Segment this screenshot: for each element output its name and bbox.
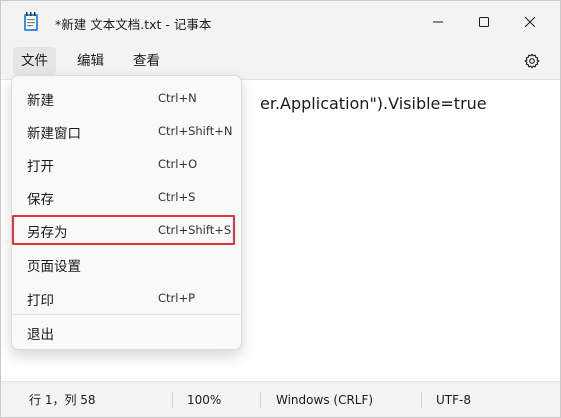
vertical-scrollbar[interactable] <box>547 80 559 382</box>
menu-item-shortcut: Ctrl+P <box>158 291 196 305</box>
menu-edit[interactable]: 编辑 <box>69 47 112 75</box>
editor-content: er.Application").Visible=true <box>260 94 487 113</box>
close-button[interactable] <box>507 1 553 43</box>
menu-item-shortcut: Ctrl+S <box>158 190 196 204</box>
menu-item-label: 另存为 <box>27 225 68 241</box>
menu-item-label: 打印 <box>27 293 54 309</box>
menu-item-new-window[interactable]: 新建窗口 Ctrl+Shift+N <box>16 116 239 146</box>
menu-item-shortcut: Ctrl+N <box>158 91 197 105</box>
menu-item-page-setup[interactable]: 页面设置 <box>16 249 239 279</box>
menu-item-save[interactable]: 保存 Ctrl+S <box>16 182 239 212</box>
status-bar: 行 1，列 58 100% Windows (CRLF) UTF-8 <box>1 381 560 417</box>
minimize-icon <box>433 21 443 23</box>
menu-item-label: 页面设置 <box>27 259 81 275</box>
status-divider <box>172 392 173 408</box>
menu-item-print[interactable]: 打印 Ctrl+P <box>16 283 239 313</box>
menu-item-label: 退出 <box>27 327 54 343</box>
menu-item-new[interactable]: 新建 Ctrl+N <box>16 83 239 113</box>
status-divider <box>260 392 261 408</box>
menu-item-shortcut: Ctrl+Shift+N <box>158 124 233 138</box>
gear-icon <box>524 53 540 69</box>
cursor-position: 行 1，列 58 <box>29 393 96 407</box>
menu-item-exit[interactable]: 退出 <box>16 317 239 347</box>
window-title: *新建 文本文档.txt - 记事本 <box>55 17 212 32</box>
maximize-button[interactable] <box>461 1 507 43</box>
settings-button[interactable] <box>518 47 546 75</box>
menu-item-save-as[interactable]: 另存为 Ctrl+Shift+S <box>12 215 235 245</box>
menu-divider <box>12 314 241 315</box>
notepad-icon <box>24 12 38 31</box>
menu-item-shortcut: Ctrl+O <box>158 157 198 171</box>
notepad-window: *新建 文本文档.txt - 记事本 文件 编辑 查看 er.Applicati… <box>0 0 561 418</box>
menu-file[interactable]: 文件 <box>13 47 56 75</box>
menu-bar: 文件 编辑 查看 <box>1 43 560 79</box>
line-ending: Windows (CRLF) <box>276 393 374 407</box>
menu-view[interactable]: 查看 <box>125 47 168 75</box>
menu-item-label: 新建 <box>27 93 54 109</box>
menu-item-open[interactable]: 打开 Ctrl+O <box>16 149 239 179</box>
title-bar: *新建 文本文档.txt - 记事本 <box>1 1 560 43</box>
menu-item-shortcut: Ctrl+Shift+S <box>158 223 232 237</box>
zoom-level: 100% <box>187 393 222 407</box>
status-divider <box>421 392 422 408</box>
minimize-button[interactable] <box>415 1 461 43</box>
file-menu-dropdown: 新建 Ctrl+N 新建窗口 Ctrl+Shift+N 打开 Ctrl+O 保存… <box>11 75 242 350</box>
menu-item-label: 新建窗口 <box>27 126 81 142</box>
menu-item-label: 打开 <box>27 159 54 175</box>
encoding: UTF-8 <box>436 393 471 407</box>
menu-item-label: 保存 <box>27 192 54 208</box>
close-icon <box>525 17 535 27</box>
maximize-icon <box>479 17 489 27</box>
